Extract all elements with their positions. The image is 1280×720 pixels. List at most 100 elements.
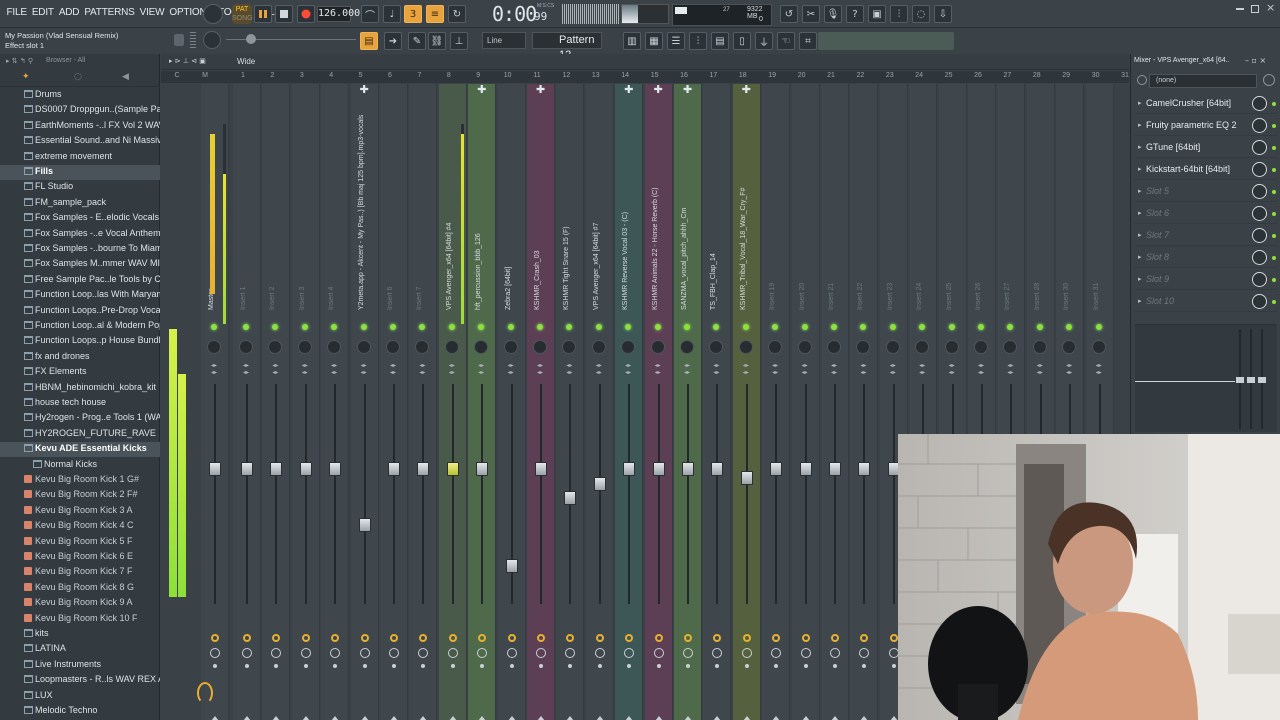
current-tab-icon[interactable]: ◌: [74, 72, 82, 82]
send-arrow-icon[interactable]: [301, 716, 310, 720]
route-dot-icon[interactable]: [803, 664, 808, 668]
stamp-tool[interactable]: ⊥: [450, 32, 468, 50]
volume-fader[interactable]: [505, 559, 518, 574]
mute-led[interactable]: [948, 324, 955, 330]
add-icon[interactable]: ✚: [360, 83, 369, 96]
add-icon[interactable]: ✚: [477, 83, 486, 96]
stereo-separation-icon[interactable]: ◂▸ ◂▸: [829, 362, 839, 378]
stereo-separation-icon[interactable]: ◂▸ ◂▸: [682, 362, 692, 378]
route-dot-icon[interactable]: [362, 664, 367, 668]
route-b-icon[interactable]: [389, 648, 399, 658]
stereo-separation-icon[interactable]: ◂▸ ◂▸: [270, 362, 280, 378]
insert-track[interactable]: VPS Avenger_x64 [64bit] #7 ◂▸ ◂▸: [585, 84, 614, 720]
minimize-icon[interactable]: [1236, 8, 1244, 10]
recording-filter-button[interactable]: ⌗: [799, 32, 817, 50]
fx-slot[interactable]: ▸ Slot 9: [1135, 270, 1277, 290]
browser-file-item[interactable]: Kevu Big Room Kick 4 C: [0, 519, 160, 534]
pan-knob[interactable]: [974, 340, 988, 354]
route-dot-icon[interactable]: [686, 664, 690, 668]
volume-fader[interactable]: [799, 462, 812, 477]
volume-fader[interactable]: [446, 462, 459, 477]
stereo-separation-icon[interactable]: ◂▸ ◂▸: [800, 362, 810, 378]
send-arrow-icon[interactable]: [742, 716, 751, 720]
volume-fader[interactable]: [270, 462, 283, 477]
pan-knob[interactable]: [356, 340, 371, 354]
insert-track[interactable]: ✚ KSHMR Reverse Vocal 03 - (C) ◂▸ ◂▸: [615, 83, 644, 720]
send-arrow-icon[interactable]: [507, 716, 516, 720]
route-dot-icon[interactable]: [862, 664, 867, 668]
slot-enable-led[interactable]: [1272, 146, 1276, 150]
mix-level-knob[interactable]: [1252, 118, 1267, 133]
pattern-selector[interactable]: Pattern 12: [532, 32, 602, 61]
mute-led[interactable]: [243, 324, 249, 330]
route-dot-icon[interactable]: [480, 664, 485, 668]
add-icon[interactable]: ✚: [536, 83, 545, 96]
fx-slot[interactable]: ▸ GTune [64bit]: [1135, 138, 1277, 158]
send-arrow-icon[interactable]: [772, 716, 781, 720]
pan-knob[interactable]: [944, 340, 959, 354]
volume-fader[interactable]: [299, 462, 312, 477]
browser-folder-item[interactable]: EarthMoments -..l FX Vol 2 WAV: [0, 119, 160, 134]
pan-knob[interactable]: [207, 340, 221, 354]
mute-led[interactable]: [419, 324, 426, 330]
preset-selector[interactable]: (none): [1149, 74, 1257, 88]
browser-folder-item[interactable]: Function Loop..al & Modern Pop: [0, 319, 160, 334]
mixer-toggle-button[interactable]: ⫶: [890, 5, 908, 23]
send-arrow-icon[interactable]: [272, 716, 281, 720]
slot-enable-led[interactable]: [1272, 190, 1276, 194]
mute-led[interactable]: [390, 324, 396, 330]
browser-folder-item[interactable]: FM_sample_pack: [0, 196, 160, 211]
route-b-icon[interactable]: [771, 648, 782, 658]
volume-fader[interactable]: [209, 462, 221, 477]
mute-led[interactable]: [1007, 324, 1014, 330]
stereo-separation-icon[interactable]: ◂▸ ◂▸: [976, 362, 986, 378]
all-tab-icon[interactable]: ✦: [22, 72, 30, 82]
mute-led[interactable]: [831, 324, 837, 330]
mute-led[interactable]: [625, 324, 632, 330]
volume-fader[interactable]: [358, 517, 371, 532]
route-b-icon[interactable]: [565, 648, 576, 658]
browser-folder-item[interactable]: Function Loop..las With Maryam: [0, 288, 160, 303]
fx-slot[interactable]: ▸ Slot 5: [1135, 182, 1277, 202]
route-a-icon[interactable]: [390, 634, 398, 642]
stereo-separation-icon[interactable]: ◂▸ ◂▸: [241, 362, 251, 378]
pan-knob[interactable]: [239, 340, 253, 354]
browser-folder-item[interactable]: fx and drones: [0, 350, 160, 365]
send-arrow-icon[interactable]: [889, 716, 898, 720]
route-dot-icon[interactable]: [303, 664, 308, 668]
route-dot-icon[interactable]: [568, 664, 573, 668]
fx-power-icon[interactable]: [1137, 75, 1147, 85]
insert-track[interactable]: ✚ SANZMA_vocal_pitch_ahhh_Cm ◂▸ ◂▸: [674, 83, 702, 720]
slot-enable-led[interactable]: [1272, 234, 1276, 238]
route-b-icon[interactable]: [418, 648, 429, 658]
send-arrow-icon[interactable]: [860, 716, 869, 720]
record-button[interactable]: [297, 5, 315, 23]
pan-knob[interactable]: [768, 340, 783, 354]
insert-track[interactable]: KSHMR Tight Snare 15 (F) ◂▸ ◂▸: [556, 84, 585, 720]
route-b-icon[interactable]: [594, 648, 605, 658]
fx-panel-window-controls[interactable]: – ▫ ×: [1245, 56, 1266, 65]
volume-fader[interactable]: [476, 462, 489, 477]
expand-arrow-icon[interactable]: ▸: [1138, 187, 1142, 195]
pan-knob[interactable]: [474, 340, 489, 354]
route-a-icon[interactable]: [537, 634, 545, 642]
route-a-icon[interactable]: [654, 634, 663, 642]
route-b-icon[interactable]: [506, 648, 517, 658]
add-icon[interactable]: ✚: [683, 83, 692, 96]
insert-track[interactable]: Insert 6 ◂▸ ◂▸: [380, 84, 408, 720]
route-b-icon[interactable]: [830, 648, 840, 658]
mix-level-knob[interactable]: [1252, 140, 1267, 155]
insert-track[interactable]: Insert 3 ◂▸ ◂▸: [291, 84, 320, 720]
route-a-icon[interactable]: [889, 634, 898, 642]
insert-track[interactable]: Insert 2 ◂▸ ◂▸: [262, 84, 291, 720]
fx-slot[interactable]: ▸ Slot 6: [1135, 204, 1277, 224]
pan-knob[interactable]: [709, 340, 724, 354]
mix-level-knob[interactable]: [1252, 294, 1267, 309]
mute-led[interactable]: [1036, 324, 1043, 330]
fx-slot[interactable]: ▸ Slot 10: [1135, 292, 1277, 312]
mute-led[interactable]: [478, 324, 485, 330]
browser-folder-item[interactable]: house tech house: [0, 396, 160, 411]
send-arrow-icon[interactable]: [684, 716, 692, 720]
link-tool[interactable]: ⛓: [428, 32, 446, 50]
route-b-icon[interactable]: [447, 648, 458, 658]
